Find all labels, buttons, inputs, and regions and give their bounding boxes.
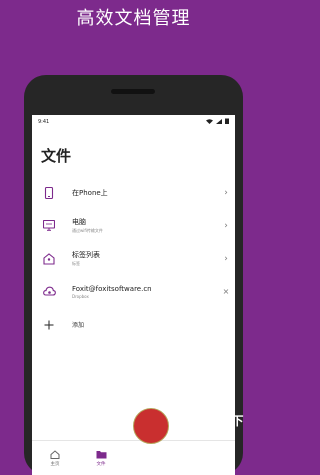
home-icon: [50, 449, 60, 459]
list-item-phone[interactable]: 在Phone上 ›: [32, 176, 235, 209]
tag-icon: [42, 252, 56, 266]
list-item-sublabel: Dropbox: [72, 293, 89, 299]
signal-icon: [216, 118, 222, 126]
list-item-dropbox[interactable]: Foxit@foxitsoftware.cn Dropbox ×: [32, 275, 235, 308]
list-item-computer[interactable]: 电脑 通过wifi传输文件 ›: [32, 209, 235, 242]
list-item-label: 标签列表: [72, 251, 100, 259]
chevron-right-icon: ›: [224, 220, 228, 231]
file-source-list: 在Phone上 › 电脑 通过wifi传输文件 › 标签列表 标签 › Foxi…: [32, 176, 235, 341]
tab-label: 文件: [96, 461, 106, 467]
watermark-text: 八神智能天下: [169, 414, 245, 428]
page-title: 文件: [41, 147, 72, 165]
tab-label: 主页: [50, 461, 60, 467]
add-source-button[interactable]: 添加: [32, 308, 235, 341]
list-item-label: 在Phone上: [72, 188, 108, 197]
headline: 高效文档管理: [76, 8, 191, 29]
list-item-label: Foxit@foxitsoftware.cn: [72, 284, 152, 293]
folder-icon: [96, 450, 106, 458]
list-item-tags[interactable]: 标签列表 标签 ›: [32, 242, 235, 275]
monitor-icon: [42, 219, 56, 233]
status-time: 9:41: [38, 119, 50, 125]
watermark: 八神智能天下 zntx.cc: [133, 408, 267, 454]
battery-icon: [225, 118, 229, 126]
list-item-sublabel: 通过wifi传输文件: [72, 228, 103, 233]
add-source-label: 添加: [72, 322, 85, 329]
status-bar: 9:41: [32, 115, 235, 129]
tab-files[interactable]: 文件: [78, 441, 124, 475]
watermark-logo: [133, 408, 169, 444]
list-item-label: 电脑: [72, 218, 86, 226]
phone-icon: [42, 186, 56, 200]
chevron-right-icon: ›: [224, 253, 228, 264]
chevron-right-icon: ›: [224, 187, 228, 198]
list-item-sublabel: 标签: [72, 261, 80, 266]
plus-icon: [42, 318, 56, 332]
phone-speaker: [111, 89, 155, 94]
cloud-icon: [42, 285, 56, 299]
wifi-icon: [206, 118, 213, 126]
close-icon[interactable]: ×: [219, 287, 233, 296]
tab-home[interactable]: 主页: [32, 441, 78, 475]
watermark-url: zntx.cc: [175, 430, 215, 441]
